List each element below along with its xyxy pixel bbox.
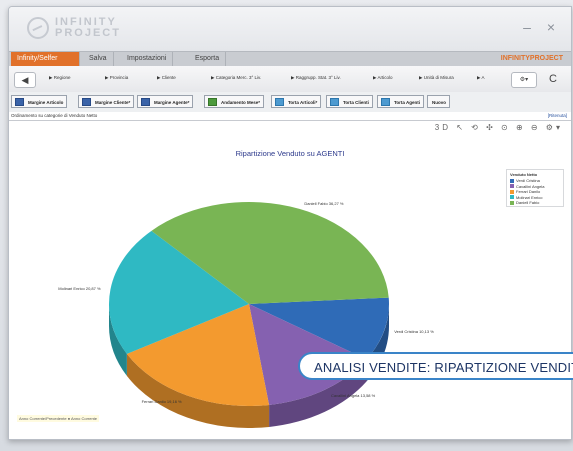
brand-right: INFINITYPROJECT — [500, 55, 563, 62]
nav-categoria[interactable]: ▶ Categoria Merc. 3° Liv. — [211, 75, 261, 81]
breadcrumb-text: Ordinamento su categorie di Venduto Nett… — [11, 113, 98, 118]
tab-nuovo[interactable]: Nuovo — [427, 95, 450, 108]
window-controls[interactable]: – × — [523, 19, 561, 35]
legend-item: Daniell Fabio — [510, 200, 539, 205]
tab-andamento-mese[interactable]: Andamento Mese* — [204, 95, 265, 108]
nav-regione[interactable]: ▶ Regione — [49, 75, 70, 81]
nav-more[interactable]: ▶ A — [477, 75, 484, 81]
tab-torta-clienti[interactable]: Torta Clienti — [326, 95, 373, 108]
tab-torta-articoli[interactable]: Torta Articoli* — [271, 95, 322, 108]
legend-swatch — [510, 184, 514, 188]
pie-chart-icon — [275, 98, 284, 106]
brand-line-2: PROJECT — [55, 27, 121, 39]
chart-legend: Venduto Netto Verdi Cristina Cavallini An… — [506, 169, 564, 207]
legend-swatch — [510, 178, 514, 183]
tab-margine-articolo[interactable]: Margine Articolo — [11, 95, 68, 108]
tab-label: Margine Cliente* — [95, 100, 131, 105]
nav-raggruppamento[interactable]: ▶ Raggrupp. Stat. 3° Liv. — [291, 75, 341, 81]
nav-provincia[interactable]: ▶ Provincia — [105, 75, 128, 81]
nav-articolo[interactable]: ▶ Articolo — [373, 75, 392, 81]
tab-label: Torta Clienti — [343, 100, 369, 105]
breadcrumb: Ordinamento su categorie di Venduto Nett… — [9, 112, 571, 121]
nav-cliente-label: Cliente — [161, 75, 176, 80]
menu-infinity-selfer[interactable]: Infinity/Selfer — [11, 52, 80, 66]
legend-item: Ferrari Danilo — [510, 189, 540, 194]
tab-label: Torta Agenti — [394, 100, 420, 105]
footer-legend: Anno Corrente/Precedente ● Anno Corrente — [17, 415, 100, 422]
grid-icon — [141, 98, 150, 106]
tab-margine-cliente[interactable]: Margine Cliente* — [78, 95, 135, 108]
tab-label: Andamento Mese* — [221, 100, 261, 105]
nav-unita-misura[interactable]: ▶ Unità di Misura — [419, 75, 454, 81]
legend-title: Venduto Netto — [510, 172, 538, 177]
tab-margine-agente[interactable]: Margine Agente* — [137, 95, 194, 108]
infinity-logo-icon — [27, 17, 49, 39]
bar-chart-icon — [208, 98, 217, 106]
tab-label: Torta Articoli* — [288, 100, 318, 105]
refresh-button[interactable]: C — [543, 72, 563, 86]
legend-item: Verdi Cristina — [510, 178, 540, 183]
slice-label: Daniell Fabio 36,27 % — [304, 201, 344, 207]
nav-categoria-label: Categoria Merc. 3° Liv. — [215, 75, 262, 80]
legend-label: Ferrari Danilo — [516, 189, 541, 194]
breadcrumb-right-link[interactable]: [Ritenuta] — [548, 113, 567, 118]
pie-chart-icon — [330, 98, 339, 106]
legend-swatch — [510, 200, 514, 205]
report-tabs: Margine Articolo Margine Cliente* Margin… — [9, 92, 571, 113]
nav-raggruppamento-label: Raggrupp. Stat. 3° Liv. — [295, 75, 341, 80]
nav-regione-label: Regione — [53, 75, 71, 80]
menu-bar: Infinity/Selfer Salva Impostazioni Espor… — [9, 51, 571, 67]
legend-swatch — [510, 189, 514, 194]
legend-label: Daniell Fabio — [516, 200, 540, 205]
nav-provincia-label: Provincia — [109, 75, 129, 80]
pie-chart-icon — [381, 98, 390, 106]
settings-dropdown[interactable]: ⚙▾ — [511, 72, 537, 88]
menu-impostazioni[interactable]: Impostazioni — [121, 52, 174, 66]
nav-unita-misura-label: Unità di Misura — [423, 75, 454, 80]
caption-banner: ANALISI VENDITE: RIPARTIZIONE VENDITE — [298, 352, 573, 380]
nav-more-label: A — [481, 75, 485, 80]
menu-salva[interactable]: Salva — [83, 52, 114, 66]
tab-torta-agenti[interactable]: Torta Agenti — [377, 95, 424, 108]
logo-text: INFINITY PROJECT — [55, 17, 121, 39]
legend-item: Molinari Enrico — [510, 195, 542, 200]
legend-label: Verdi Cristina — [516, 178, 540, 183]
legend-swatch — [510, 195, 514, 199]
back-button[interactable]: ◀ — [14, 72, 36, 88]
legend-item: Cavallini Angela — [510, 184, 544, 189]
legend-label: Molinari Enrico — [516, 194, 543, 200]
menu-esporta[interactable]: Esporta — [189, 52, 227, 66]
tab-label: Margine Articolo — [28, 100, 64, 105]
title-bar: INFINITY PROJECT – × — [9, 7, 571, 51]
slice-label: Cavallini Angela 13,58 % — [330, 392, 376, 398]
grid-icon — [82, 98, 91, 106]
caption-banner-text: ANALISI VENDITE: RIPARTIZIONE VENDITE — [314, 360, 573, 375]
app-logo: INFINITY PROJECT — [27, 17, 121, 39]
legend-label: Cavallini Angela — [516, 183, 545, 189]
slice-label: Ferrari Danilo 19,16 % — [141, 398, 182, 404]
pie-chart — [109, 202, 389, 428]
slice-label: Verdi Cristina 10,13 % — [394, 329, 434, 335]
nav-articolo-label: Articolo — [377, 75, 393, 80]
filter-nav-bar: ◀ ▶ Regione ▶ Provincia ▶ Cliente ▶ Cate… — [9, 66, 571, 93]
tab-label: Margine Agente* — [154, 100, 190, 105]
slice-label: Molinari Enrico 20,87 % — [58, 286, 101, 292]
chart-area: 3D ↖ ⟲ ✣ ⊙ ⊕ ⊖ ⚙▾ Ripartizione Venduto s… — [9, 121, 571, 439]
nav-cliente[interactable]: ▶ Cliente — [157, 75, 176, 81]
grid-icon — [15, 98, 24, 106]
